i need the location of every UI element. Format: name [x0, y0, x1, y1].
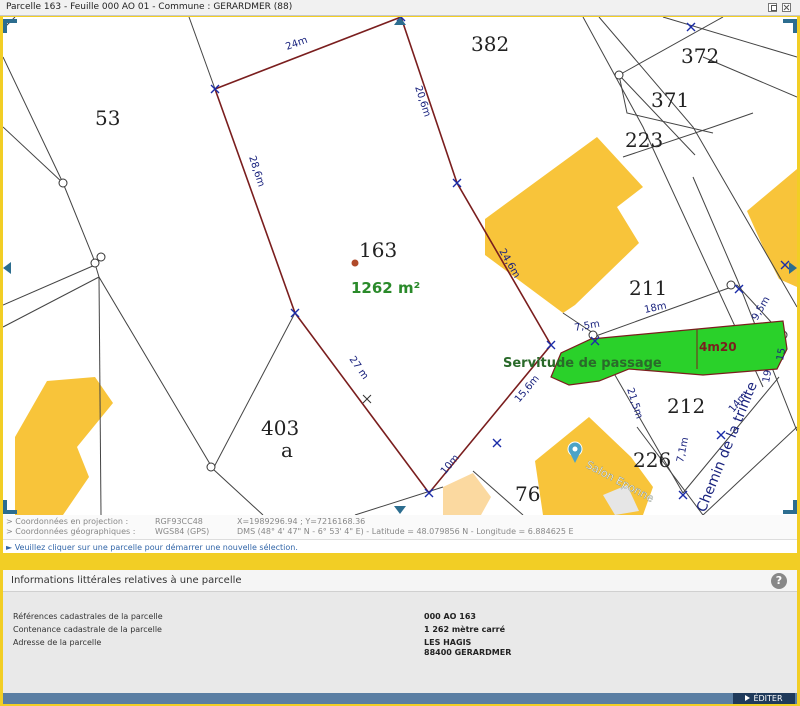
map-frame-corner [3, 500, 17, 514]
parcel-number: 53 [95, 106, 120, 130]
dimension-label: 18m [643, 301, 667, 316]
building [15, 377, 113, 515]
geo-label: > Coordonnées géographiques : [6, 527, 136, 536]
help-icon[interactable]: ? [771, 573, 787, 589]
dimension-label: 24m [284, 35, 309, 53]
map-frame-corner [783, 500, 797, 514]
parcel-number: 211 [629, 276, 667, 300]
pan-east-icon[interactable] [789, 262, 797, 274]
info-panel-title: Informations littérales relatives à une … [11, 575, 242, 586]
parcel-number: 372 [681, 44, 719, 68]
projection-label: > Coordonnées en projection : [6, 517, 129, 526]
dimension-label: 9,5m [750, 295, 772, 323]
info-label: Adresse de la parcelle [13, 638, 102, 647]
parcel-number: 403 [261, 416, 299, 440]
geo-system: WGS84 (GPS) [155, 527, 210, 536]
selection-hint: ► Veuillez cliquer sur une parcelle pour… [3, 539, 797, 553]
building-annex [443, 473, 491, 515]
easement-label: Servitude de passage [503, 356, 662, 371]
selected-parcel-area: 1262 m² [351, 279, 420, 297]
info-value: 88400 GERARDMER [424, 648, 512, 657]
selected-parcel-number: 163 [359, 238, 397, 262]
pan-west-icon[interactable] [3, 262, 11, 274]
info-value: LES HAGIS [424, 638, 472, 647]
cadastral-map[interactable]: 53 382 372 371 223 211 212 403 a 226 76 … [3, 17, 797, 515]
dimension-label: 15,6m [513, 373, 542, 405]
maximize-icon[interactable] [768, 3, 777, 12]
map-frame-corner [783, 19, 797, 33]
edit-button[interactable]: ÉDITER [733, 693, 795, 704]
parcel-number: 212 [667, 394, 705, 418]
dimension-label: 7,5m [574, 319, 601, 334]
close-icon[interactable] [782, 3, 791, 12]
projection-system: RGF93CC48 [155, 517, 203, 526]
map-canvas[interactable]: 53 382 372 371 223 211 212 403 a 226 76 … [3, 17, 797, 515]
parcel-number-labels: 53 382 372 371 223 211 212 403 a 226 76 … [95, 32, 719, 506]
info-panel-footer [3, 693, 797, 704]
geo-value: DMS (48° 4' 47" N - 6° 53' 4" E) - Latit… [237, 527, 574, 536]
title-bar: Parcelle 163 - Feuille 000 AO 01 - Commu… [0, 0, 800, 16]
dimension-label: 27 m [347, 354, 371, 381]
parcel-number: 382 [471, 32, 509, 56]
parcel-number: a [281, 438, 293, 462]
easement-width-label: 4m20 [699, 340, 737, 354]
pan-north-icon[interactable] [394, 17, 406, 25]
arrow-right-icon [745, 695, 751, 701]
dimension-label: 7,1m [675, 436, 691, 463]
parcel-centroid-icon [351, 259, 359, 267]
info-panel-header: Informations littérales relatives à une … [3, 570, 797, 592]
parcel-number: 371 [651, 88, 689, 112]
cross-marker [362, 394, 372, 404]
map-frame-corner [3, 19, 17, 33]
parcel-number: 226 [633, 448, 671, 472]
edit-label: ÉDITER [753, 694, 783, 703]
projection-value: X=1989296.94 ; Y=7216168.36 [237, 517, 366, 526]
window-title: Parcelle 163 - Feuille 000 AO 01 - Commu… [6, 2, 293, 12]
coordinates-readout: > Coordonnées en projection : RGF93CC48 … [3, 515, 797, 539]
dimension-label: 21,5m [624, 387, 644, 421]
info-value: 1 262 mètre carré [424, 625, 506, 634]
info-panel: Informations littérales relatives à une … [3, 570, 797, 704]
dimension-label: 15 [775, 347, 788, 361]
pan-south-icon[interactable] [394, 506, 406, 514]
parcel-number: 76 [515, 482, 540, 506]
info-value: 000 AO 163 [424, 612, 476, 621]
building [485, 137, 643, 313]
info-label: Références cadastrales de la parcelle [13, 612, 163, 621]
dimension-label: 19 [761, 369, 774, 383]
parcel-number: 223 [625, 128, 663, 152]
info-label: Contenance cadastrale de la parcelle [13, 625, 162, 634]
